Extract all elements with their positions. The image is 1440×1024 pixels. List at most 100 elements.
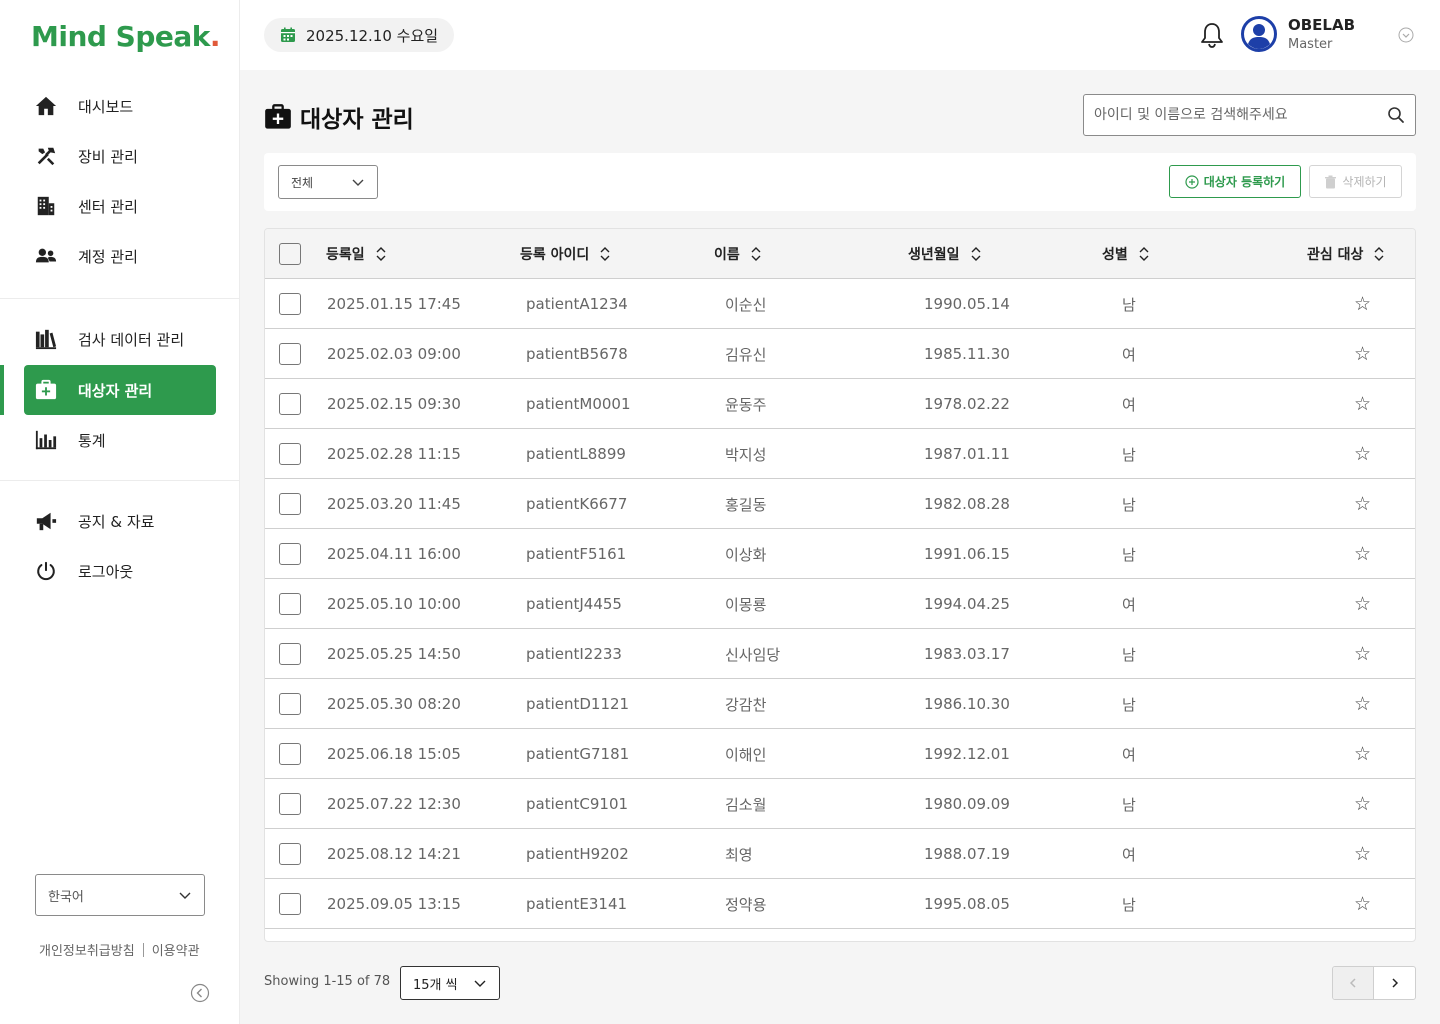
row-checkbox[interactable] bbox=[279, 493, 301, 515]
register-subject-button[interactable]: 대상자 등록하기 bbox=[1169, 165, 1301, 198]
prev-page-button[interactable] bbox=[1333, 967, 1375, 999]
row-checkbox[interactable] bbox=[279, 893, 301, 915]
avatar[interactable] bbox=[1241, 16, 1277, 52]
logo[interactable]: Mind Speak. bbox=[31, 20, 221, 53]
cell-gender: 남 bbox=[1122, 645, 1136, 664]
delete-button[interactable]: 삭제하기 bbox=[1309, 165, 1402, 198]
search-icon[interactable] bbox=[1387, 106, 1405, 124]
favorite-star-icon[interactable]: ☆ bbox=[1354, 579, 1371, 629]
page-title: 대상자 관리 bbox=[300, 107, 414, 133]
favorite-star-icon[interactable]: ☆ bbox=[1354, 279, 1371, 329]
row-checkbox[interactable] bbox=[279, 843, 301, 865]
table-row[interactable]: 2025.02.15 09:30 patientM0001 윤동주 1978.0… bbox=[265, 379, 1415, 429]
table-row[interactable]: 2025.02.03 09:00 patientB5678 김유신 1985.1… bbox=[265, 329, 1415, 379]
language-select[interactable]: 한국어 bbox=[35, 874, 205, 916]
logo-text: Mind Speak bbox=[31, 20, 210, 53]
column-header-label: 생년월일 bbox=[908, 247, 960, 263]
terms-link[interactable]: 이용약관 bbox=[152, 940, 200, 959]
cell-gender: 남 bbox=[1122, 895, 1136, 914]
per-page-select[interactable]: 15개 씩 bbox=[400, 966, 500, 1000]
column-header-name[interactable]: 이름 bbox=[714, 229, 762, 279]
collapse-sidebar-button[interactable] bbox=[190, 983, 210, 1003]
favorite-star-icon[interactable]: ☆ bbox=[1354, 379, 1371, 429]
sort-icon bbox=[1139, 247, 1149, 261]
cell-registered-id: patientM0001 bbox=[526, 395, 631, 413]
cell-registered-id: patientG7181 bbox=[526, 745, 630, 763]
sidebar-item-dashboard[interactable]: 대시보드 bbox=[24, 81, 216, 131]
favorite-star-icon[interactable]: ☆ bbox=[1354, 679, 1371, 729]
column-header-birthdate[interactable]: 생년월일 bbox=[908, 229, 982, 279]
nav-divider bbox=[0, 480, 240, 481]
favorite-star-icon[interactable]: ☆ bbox=[1354, 479, 1371, 529]
table-row[interactable]: 2025.05.30 08:20 patientD1121 강감찬 1986.1… bbox=[265, 679, 1415, 729]
favorite-star-icon[interactable]: ☆ bbox=[1354, 529, 1371, 579]
row-checkbox[interactable] bbox=[279, 643, 301, 665]
row-checkbox[interactable] bbox=[279, 393, 301, 415]
privacy-policy-link[interactable]: 개인정보취급방침 bbox=[39, 940, 135, 959]
favorite-star-icon[interactable]: ☆ bbox=[1354, 829, 1371, 879]
row-checkbox[interactable] bbox=[279, 293, 301, 315]
sidebar-item-exam-data[interactable]: 검사 데이터 관리 bbox=[24, 314, 216, 364]
column-header-registered-date[interactable]: 등록일 bbox=[326, 229, 387, 279]
user-menu-button[interactable] bbox=[1398, 27, 1414, 47]
table-row[interactable]: 2025.05.10 10:00 patientJ4455 이몽룡 1994.0… bbox=[265, 579, 1415, 629]
column-header-registered-id[interactable]: 등록 아이디 bbox=[520, 229, 611, 279]
cell-gender: 남 bbox=[1122, 795, 1136, 814]
bar-chart-icon bbox=[34, 428, 58, 452]
cell-gender: 여 bbox=[1122, 595, 1136, 614]
footer-separator bbox=[142, 942, 144, 957]
chevron-down-icon bbox=[179, 892, 191, 899]
column-header-gender[interactable]: 성별 bbox=[1102, 229, 1150, 279]
row-checkbox[interactable] bbox=[279, 593, 301, 615]
cell-registered-id: patientK6677 bbox=[526, 495, 628, 513]
sidebar-item-notices[interactable]: 공지 & 자료 bbox=[24, 496, 216, 546]
category-select[interactable]: 전체 bbox=[278, 165, 378, 199]
column-header-label: 이름 bbox=[714, 247, 740, 263]
notification-button[interactable] bbox=[1198, 21, 1226, 53]
favorite-star-icon[interactable]: ☆ bbox=[1354, 629, 1371, 679]
sidebar-item-label: 검사 데이터 관리 bbox=[78, 330, 185, 349]
cell-gender: 남 bbox=[1122, 295, 1136, 314]
cell-birthdate: 1978.02.22 bbox=[924, 395, 1010, 413]
next-page-button[interactable] bbox=[1374, 967, 1415, 999]
cell-birthdate: 1986.10.30 bbox=[924, 695, 1010, 713]
sidebar-item-equipment[interactable]: 장비 관리 bbox=[24, 131, 216, 181]
search-input[interactable] bbox=[1094, 107, 1387, 123]
table-row[interactable]: 2025.05.25 14:50 patientI2233 신사임당 1983.… bbox=[265, 629, 1415, 679]
row-checkbox[interactable] bbox=[279, 343, 301, 365]
favorite-star-icon[interactable]: ☆ bbox=[1354, 729, 1371, 779]
row-checkbox[interactable] bbox=[279, 743, 301, 765]
bell-icon bbox=[1201, 23, 1223, 48]
cell-birthdate: 1994.04.25 bbox=[924, 595, 1010, 613]
cell-name: 김소월 bbox=[725, 795, 767, 814]
language-value: 한국어 bbox=[48, 889, 84, 905]
table-row[interactable]: 2025.09.05 13:15 patientE3141 정약용 1995.0… bbox=[265, 879, 1415, 929]
sidebar-item-center[interactable]: 센터 관리 bbox=[24, 181, 216, 231]
table-row[interactable]: 2025.06.18 15:05 patientG7181 이해인 1992.1… bbox=[265, 729, 1415, 779]
cell-birthdate: 1992.12.01 bbox=[924, 745, 1010, 763]
row-checkbox[interactable] bbox=[279, 793, 301, 815]
favorite-star-icon[interactable]: ☆ bbox=[1354, 329, 1371, 379]
first-aid-icon bbox=[265, 104, 291, 129]
table-row[interactable]: 2025.02.28 11:15 patientL8899 박지성 1987.0… bbox=[265, 429, 1415, 479]
select-all-checkbox[interactable] bbox=[279, 243, 301, 265]
table-row[interactable]: 2025.04.11 16:00 patientF5161 이상화 1991.0… bbox=[265, 529, 1415, 579]
cell-registered-date: 2025.05.10 10:00 bbox=[327, 595, 461, 613]
favorite-star-icon[interactable]: ☆ bbox=[1354, 879, 1371, 929]
sidebar-item-label: 대상자 관리 bbox=[78, 381, 153, 400]
column-header-favorite[interactable]: 관심 대상 bbox=[1307, 229, 1385, 279]
column-header-label: 등록일 bbox=[326, 247, 365, 263]
favorite-star-icon[interactable]: ☆ bbox=[1354, 779, 1371, 829]
table-row[interactable]: 2025.03.20 11:45 patientK6677 홍길동 1982.0… bbox=[265, 479, 1415, 529]
table-row[interactable]: 2025.07.22 12:30 patientC9101 김소월 1980.0… bbox=[265, 779, 1415, 829]
sidebar-item-accounts[interactable]: 계정 관리 bbox=[24, 231, 216, 281]
row-checkbox[interactable] bbox=[279, 693, 301, 715]
favorite-star-icon[interactable]: ☆ bbox=[1354, 429, 1371, 479]
row-checkbox[interactable] bbox=[279, 443, 301, 465]
sidebar-item-subjects[interactable]: 대상자 관리 bbox=[24, 365, 216, 415]
row-checkbox[interactable] bbox=[279, 543, 301, 565]
table-row[interactable]: 2025.08.12 14:21 patientH9202 최영 1988.07… bbox=[265, 829, 1415, 879]
sidebar-item-logout[interactable]: 로그아웃 bbox=[24, 546, 216, 596]
table-row[interactable]: 2025.01.15 17:45 patientA1234 이순신 1990.0… bbox=[265, 279, 1415, 329]
sidebar-item-statistics[interactable]: 통계 bbox=[24, 415, 216, 465]
